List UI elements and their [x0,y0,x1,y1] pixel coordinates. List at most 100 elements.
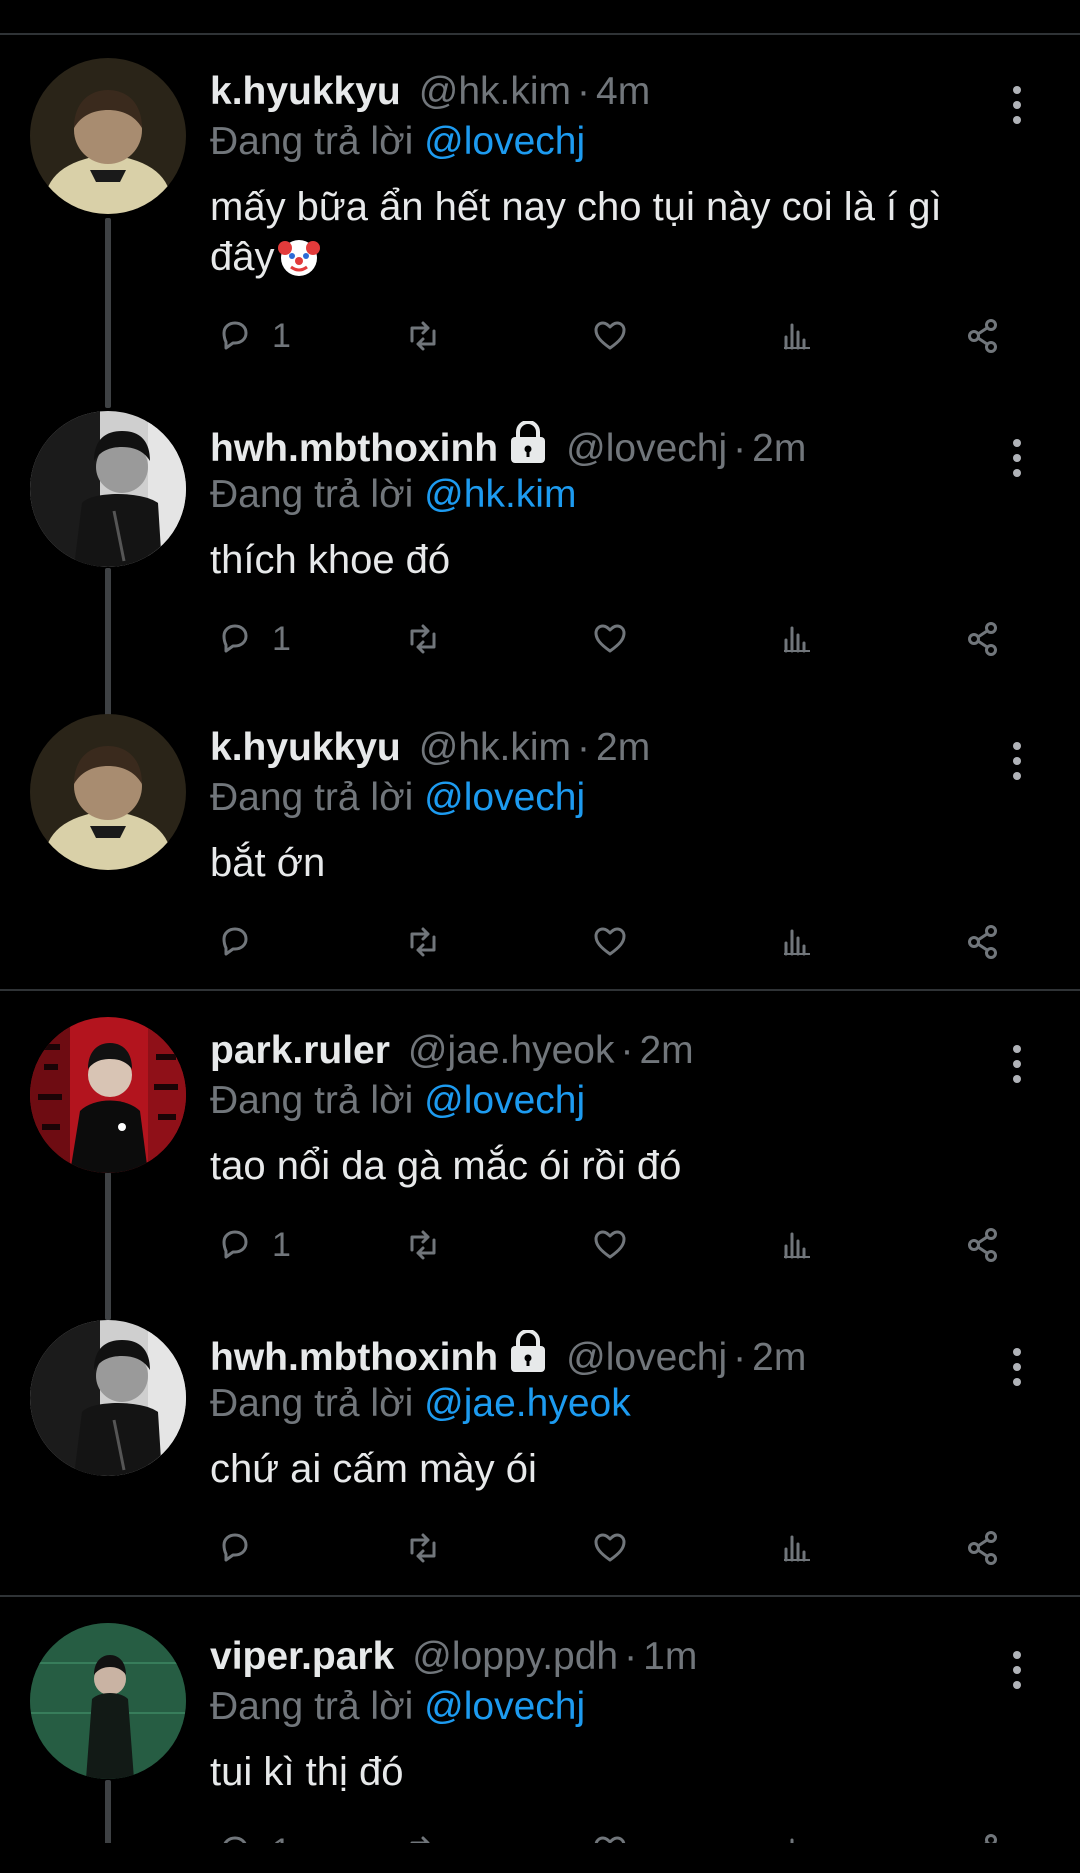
mention-link[interactable]: @lovechj [424,1079,585,1122]
retweet-button[interactable] [398,308,448,364]
conversation-divider [0,1595,1080,1597]
retweet-button[interactable] [398,611,448,667]
timestamp: 2m [596,726,651,769]
retweet-button[interactable] [398,1217,448,1273]
share-icon [968,1228,997,1262]
retweet-button[interactable] [398,1520,448,1576]
post-header: hwh.mbthoxinh @lovechj · 2m [210,1329,806,1386]
views-button[interactable] [772,611,822,667]
post-text: chứ ai cấm mày ói [210,1447,537,1491]
reply-button[interactable]: 1 [210,611,291,667]
user-handle[interactable]: @lovechj [566,427,727,470]
conversation-divider [0,989,1080,991]
reply-icon [222,624,248,653]
reply-button[interactable]: 1 [210,308,291,364]
mention-link[interactable]: @hk.kim [424,473,576,516]
user-handle[interactable]: @jae.hyeok [408,1029,615,1072]
user-handle[interactable]: @lovechj [566,1336,727,1379]
reply-button[interactable] [210,1520,272,1576]
post-header: k.hyukkyu @hk.kim · 2m [210,724,650,772]
share-icon [968,622,997,656]
post-text: bắt ớn [210,841,326,885]
timestamp: 2m [639,1029,694,1072]
user-handle[interactable]: @hk.kim [419,726,571,769]
views-button[interactable] [772,1520,822,1576]
like-button[interactable] [585,914,635,970]
post-header: park.ruler @jae.hyeok · 2m [210,1027,694,1075]
mention-link[interactable]: @lovechj [424,120,585,163]
replying-to: Đang trả lời @lovechj [210,774,585,822]
post-text: tao nổi da gà mắc ói rồi đó [210,1144,682,1188]
replying-to: Đang trả lời @lovechj [210,118,585,166]
reply-icon [222,321,248,350]
display-name[interactable]: park.ruler [210,1029,390,1072]
share-button[interactable] [958,1217,1008,1273]
separator-dot: · [577,70,591,113]
views-icon [782,323,812,350]
display-name[interactable]: hwh.mbthoxinh [210,1336,498,1379]
more-options-icon[interactable] [1000,1645,1034,1695]
share-button[interactable] [958,611,1008,667]
lock-icon [508,1329,548,1386]
share-button[interactable] [958,914,1008,970]
reply-button[interactable]: 1 [210,1217,291,1273]
avatar[interactable] [30,1320,186,1476]
retweet-icon [410,624,436,654]
avatar[interactable] [30,58,186,214]
more-options-icon[interactable] [1000,1342,1034,1392]
mention-link[interactable]: @jae.hyeok [424,1382,631,1425]
post[interactable]: k.hyukkyu @hk.kim · 2m Đang trả lời @lovech… [0,706,1080,990]
more-options-icon[interactable] [1000,80,1034,130]
post-text: tui kì thị đó [210,1750,404,1794]
avatar[interactable] [30,411,186,567]
post-header: k.hyukkyu @hk.kim · 4m [210,68,650,116]
retweet-button[interactable] [398,914,448,970]
avatar[interactable] [30,714,186,870]
share-button[interactable] [958,308,1008,364]
mention-link[interactable]: @lovechj [424,776,585,819]
reply-prefix: Đang trả lời [210,473,414,516]
action-bar: 1 [210,1217,1030,1273]
user-handle[interactable]: @hk.kim [419,70,571,113]
share-button[interactable] [958,1520,1008,1576]
reply-button[interactable] [210,914,272,970]
like-button[interactable] [585,1217,635,1273]
display-name[interactable]: viper.park [210,1635,394,1678]
action-bar: 1 [210,308,1030,364]
mention-link[interactable]: @lovechj [424,1685,585,1728]
avatar[interactable] [30,1017,186,1173]
views-button[interactable] [772,914,822,970]
retweet-icon [410,321,436,351]
display-name[interactable]: k.hyukkyu [210,726,401,769]
views-button[interactable] [772,1217,822,1273]
post[interactable]: viper.park @loppy.pdh · 1m Đang trả lời @lo… [0,1615,1080,1873]
bottom-bar [0,1843,1080,1873]
separator-dot: · [733,427,747,470]
separator-dot: · [624,1635,638,1678]
like-button[interactable] [585,308,635,364]
more-options-icon[interactable] [1000,433,1034,483]
more-options-icon[interactable] [1000,1039,1034,1089]
post-header: viper.park @loppy.pdh · 1m [210,1633,697,1681]
like-icon [594,624,626,653]
reply-icon [222,1230,248,1259]
reply-prefix: Đang trả lời [210,1685,414,1728]
more-options-icon[interactable] [1000,736,1034,786]
user-handle[interactable]: @loppy.pdh [412,1635,618,1678]
post[interactable]: hwh.mbthoxinh @lovechj · 2m Đang trả lời @h… [0,403,1080,703]
avatar[interactable] [30,1623,186,1779]
separator-dot: · [620,1029,634,1072]
replying-to: Đang trả lời @hk.kim [210,471,576,519]
replying-to: Đang trả lời @jae.hyeok [210,1380,631,1428]
like-button[interactable] [585,1520,635,1576]
retweet-icon [410,1230,436,1260]
display-name[interactable]: k.hyukkyu [210,70,401,113]
display-name[interactable]: hwh.mbthoxinh [210,427,498,470]
views-button[interactable] [772,308,822,364]
like-icon [594,1230,626,1259]
post[interactable]: k.hyukkyu @hk.kim · 4m Đang trả lời @lovech… [0,50,1080,390]
post[interactable]: park.ruler @jae.hyeok · 2m Đang trả lời @lo… [0,1009,1080,1293]
like-button[interactable] [585,611,635,667]
replying-to: Đang trả lời @lovechj [210,1683,585,1731]
post[interactable]: hwh.mbthoxinh @lovechj · 2m Đang trả lời @j… [0,1312,1080,1596]
